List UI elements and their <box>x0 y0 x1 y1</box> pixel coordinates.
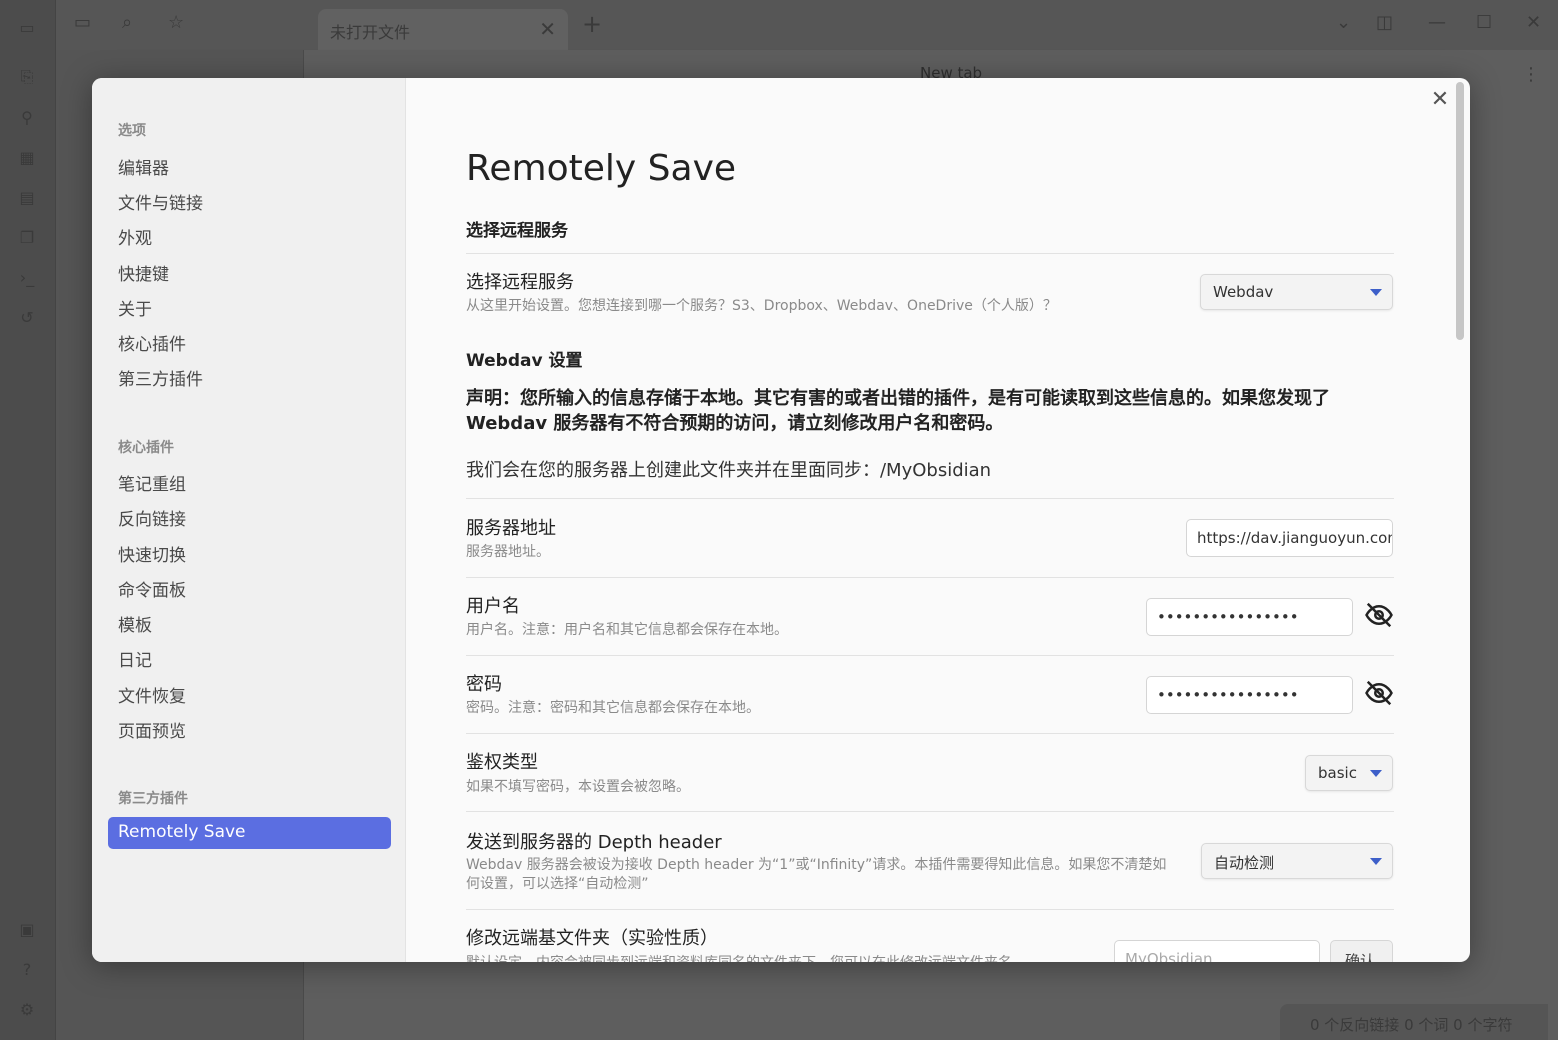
more-options-icon[interactable]: ⋮ <box>1522 64 1540 85</box>
sidebar-toggle-icon[interactable]: ▭ <box>16 16 38 38</box>
password-input[interactable]: •••••••••••••••• <box>1146 676 1353 714</box>
tab-close-icon[interactable]: ✕ <box>539 17 556 41</box>
nav-item-templates[interactable]: 模板 <box>108 606 391 638</box>
remote-service-dropdown[interactable]: Webdav <box>1200 274 1393 310</box>
password-desc: 密码。注意：密码和其它信息都会保存在本地。 <box>466 700 760 716</box>
nav-item-daily-notes[interactable]: 日记 <box>108 641 391 673</box>
modal-close-icon[interactable]: ✕ <box>1428 88 1452 112</box>
nav-group-title-core-plugins: 核心插件 <box>118 440 174 456</box>
remote-service-name: 选择远程服务 <box>466 272 574 293</box>
divider <box>466 909 1394 910</box>
settings-modal: 选项 编辑器 文件与链接 外观 快捷键 关于 核心插件 第三方插件 核心插件 笔… <box>92 78 1470 962</box>
depth-header-value: 自动检测 <box>1214 854 1275 872</box>
page-title: Remotely Save <box>466 148 737 189</box>
depth-header-desc-line-2: 何设置，可以选择“自动检测” <box>466 876 649 892</box>
vault-icon[interactable]: ▣ <box>16 918 38 940</box>
caret-down-icon <box>1370 289 1382 296</box>
nav-group-title-options: 选项 <box>118 123 146 139</box>
sync-folder-note: 我们会在您的服务器上创建此文件夹并在里面同步：/MyObsidian <box>466 460 992 481</box>
settings-gear-icon[interactable]: ⚙ <box>16 998 38 1020</box>
window-close-icon[interactable]: ✕ <box>1526 12 1541 33</box>
notice-line-2: Webdav 服务器有不符合预期的访问，请立刻修改用户名和密码。 <box>466 413 1004 434</box>
username-name: 用户名 <box>466 596 520 617</box>
nav-item-command-palette[interactable]: 命令面板 <box>108 571 391 603</box>
new-note-icon[interactable]: ⎘ <box>16 66 38 88</box>
graph-icon[interactable]: ⚲ <box>16 106 38 128</box>
divider <box>466 811 1394 812</box>
nav-item-core-plugins[interactable]: 核心插件 <box>108 325 391 357</box>
nav-item-hotkeys[interactable]: 快捷键 <box>108 255 391 287</box>
divider <box>466 733 1394 734</box>
caret-down-icon <box>1370 770 1382 777</box>
webdav-heading: Webdav 设置 <box>466 351 583 371</box>
auth-type-dropdown[interactable]: basic <box>1305 755 1393 791</box>
status-bar: 0 个反向链接 0 个词 0 个字符 <box>1280 1004 1548 1040</box>
nav-item-community-plugins[interactable]: 第三方插件 <box>108 360 391 392</box>
remote-base-folder-name: 修改远端基文件夹（实验性质） <box>466 928 718 949</box>
depth-header-name: 发送到服务器的 Depth header <box>466 832 722 853</box>
server-address-input[interactable]: https://dav.jianguoyun.com <box>1186 519 1393 557</box>
nav-item-about[interactable]: 关于 <box>108 290 391 322</box>
caret-down-icon <box>1370 858 1382 865</box>
nav-item-editor[interactable]: 编辑器 <box>108 149 391 181</box>
split-view-icon[interactable]: ◫ <box>1376 12 1393 33</box>
nav-item-note-composer[interactable]: 笔记重组 <box>108 465 391 497</box>
divider <box>466 498 1394 499</box>
remote-service-value: Webdav <box>1213 283 1274 301</box>
help-icon[interactable]: ? <box>16 958 38 980</box>
modal-scrollbar[interactable] <box>1456 82 1464 340</box>
nav-item-quick-switcher[interactable]: 快速切换 <box>108 536 391 568</box>
password-name: 密码 <box>466 674 502 695</box>
notice-line-1: 声明：您所输入的信息存储于本地。其它有害的或者出错的插件，是有可能读取到这些信息… <box>466 388 1330 409</box>
chevron-down-icon[interactable]: ⌄ <box>1336 12 1351 33</box>
nav-item-backlinks[interactable]: 反向链接 <box>108 500 391 532</box>
security-notice: 声明：您所输入的信息存储于本地。其它有害的或者出错的插件，是有可能读取到这些信息… <box>466 386 1394 436</box>
calendar-icon[interactable]: ▤ <box>16 186 38 208</box>
title-bar <box>56 0 1558 50</box>
folder-icon[interactable]: ▭ <box>74 12 91 33</box>
nav-item-remotely-save[interactable]: Remotely Save <box>108 817 391 849</box>
nav-item-files-links[interactable]: 文件与链接 <box>108 184 391 216</box>
remote-base-folder-desc: 默认设定，内容会被同步到远端和资料库同名的文件夹下。您可以在此修改远端文件夹名 <box>466 954 1086 962</box>
eye-off-icon[interactable] <box>1364 678 1394 708</box>
depth-header-dropdown[interactable]: 自动检测 <box>1201 843 1393 879</box>
nav-item-page-preview[interactable]: 页面预览 <box>108 712 391 744</box>
grid-icon[interactable]: ▦ <box>16 146 38 168</box>
nav-group-title-community-plugins: 第三方插件 <box>118 791 188 807</box>
depth-header-desc-line-1: Webdav 服务器会被设为接收 Depth header 为“1”或“Infi… <box>466 857 1167 873</box>
terminal-icon[interactable]: ›_ <box>16 266 38 288</box>
remote-service-desc: 从这里开始设置。您想连接到哪一个服务？S3、Dropbox、Webdav、One… <box>466 298 1057 314</box>
tab-label: 未打开文件 <box>330 23 411 42</box>
nav-item-file-recovery[interactable]: 文件恢复 <box>108 677 391 709</box>
username-desc: 用户名。注意：用户名和其它信息都会保存在本地。 <box>466 622 788 638</box>
divider <box>466 253 1394 254</box>
server-address-desc: 服务器地址。 <box>466 544 550 560</box>
copy-icon[interactable]: ❐ <box>16 226 38 248</box>
remote-base-folder-input[interactable]: MyObsidian <box>1114 940 1320 962</box>
depth-header-desc: Webdav 服务器会被设为接收 Depth header 为“1”或“Infi… <box>466 856 1186 894</box>
left-ribbon: ▭ ⎘ ⚲ ▦ ▤ ❐ ›_ ↺ ▣ ? ⚙ <box>0 0 56 1040</box>
divider <box>466 577 1394 578</box>
nav-item-appearance[interactable]: 外观 <box>108 219 391 251</box>
maximize-icon[interactable]: ☐ <box>1476 12 1492 33</box>
remote-service-heading: 选择远程服务 <box>466 221 568 241</box>
minimize-icon[interactable]: — <box>1428 12 1446 33</box>
tab-untitled[interactable]: 未打开文件 ✕ <box>318 9 568 50</box>
auth-type-desc: 如果不填写密码，本设置会被忽略。 <box>466 779 690 795</box>
confirm-button[interactable]: 确认 <box>1330 940 1393 962</box>
settings-sidebar: 选项 编辑器 文件与链接 外观 快捷键 关于 核心插件 第三方插件 核心插件 笔… <box>92 78 406 962</box>
server-address-name: 服务器地址 <box>466 518 556 539</box>
star-icon[interactable]: ☆ <box>168 12 184 33</box>
history-icon[interactable]: ↺ <box>16 306 38 328</box>
new-tab-button[interactable]: + <box>582 10 602 38</box>
search-icon[interactable]: ⌕ <box>122 12 132 33</box>
auth-type-name: 鉴权类型 <box>466 752 538 773</box>
divider <box>466 655 1394 656</box>
eye-off-icon[interactable] <box>1364 600 1394 630</box>
settings-content: Remotely Save 选择远程服务 选择远程服务 从这里开始设置。您想连接… <box>466 78 1394 962</box>
username-input[interactable]: •••••••••••••••• <box>1146 598 1353 636</box>
auth-type-value: basic <box>1318 764 1357 782</box>
